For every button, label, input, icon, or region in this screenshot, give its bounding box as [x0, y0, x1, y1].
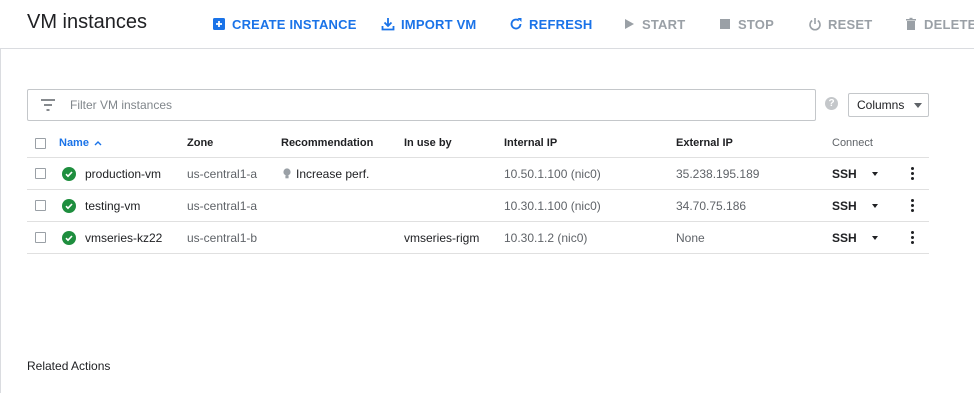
help-icon[interactable]: ?: [825, 97, 838, 110]
page-title: VM instances: [27, 11, 148, 33]
filter-bar: [27, 89, 816, 121]
caret-down-icon: [872, 203, 878, 208]
internal-ip-value: 10.30.1.2 (nic0): [504, 230, 588, 245]
columns-label: Columns: [857, 98, 905, 112]
in-use-by-link[interactable]: vmseries-rigm: [404, 222, 479, 253]
ssh-options-dropdown[interactable]: [872, 222, 878, 253]
import-vm-button[interactable]: IMPORT VM: [381, 15, 476, 33]
table-row: testing-vm us-central1-a 10.30.1.100 (ni…: [27, 190, 929, 222]
column-header-external-ip[interactable]: External IP: [676, 129, 733, 157]
stop-label: STOP: [738, 16, 774, 32]
caret-down-icon: [872, 171, 878, 176]
delete-label: DELETE: [924, 16, 974, 32]
more-vert-icon: [907, 199, 917, 212]
reset-label: RESET: [828, 16, 873, 32]
table-row: vmseries-kz22 us-central1-b vmseries-rig…: [27, 222, 929, 254]
left-border: [0, 0, 1, 393]
stop-button[interactable]: STOP: [718, 15, 774, 33]
column-header-name[interactable]: Name: [59, 129, 102, 157]
column-header-in-use-by[interactable]: In use by: [404, 129, 452, 157]
refresh-label: REFRESH: [529, 16, 593, 32]
ssh-button[interactable]: SSH: [832, 222, 857, 253]
zone-value: us-central1-a: [187, 166, 258, 181]
external-ip-value: 35.238.195.189: [676, 166, 760, 181]
instance-name-link[interactable]: vmseries-kz22: [85, 222, 162, 253]
refresh-icon: [509, 17, 523, 31]
row-checkbox[interactable]: [35, 200, 46, 211]
recommendation-link[interactable]: Increase perf.: [283, 158, 369, 189]
play-icon: [622, 17, 636, 31]
column-header-connect: Connect: [832, 137, 873, 149]
column-header-recommendation[interactable]: Recommendation: [281, 129, 373, 157]
column-header-zone[interactable]: Zone: [187, 129, 213, 157]
table-header-row: Name Zone Recommendation In use by Inter…: [27, 129, 929, 158]
more-actions-button[interactable]: [907, 190, 917, 221]
ssh-options-dropdown[interactable]: [872, 190, 878, 221]
instance-name-link[interactable]: testing-vm: [85, 190, 140, 221]
import-vm-label: IMPORT VM: [401, 16, 477, 32]
instance-name-link[interactable]: production-vm: [85, 158, 161, 189]
vm-instances-table: Name Zone Recommendation In use by Inter…: [27, 129, 929, 254]
running-status-icon: [62, 198, 76, 213]
power-icon: [808, 17, 822, 31]
create-instance-button[interactable]: CREATE INSTANCE: [212, 15, 357, 33]
caret-down-icon: [914, 102, 923, 108]
delete-button[interactable]: DELETE: [904, 15, 974, 33]
more-vert-icon: [907, 167, 917, 180]
reset-button[interactable]: RESET: [808, 15, 872, 33]
top-toolbar: VM instances CREATE INSTANCE IMPORT VM R…: [0, 0, 974, 49]
download-icon: [381, 17, 395, 31]
columns-dropdown-button[interactable]: Columns: [848, 93, 929, 117]
lightbulb-icon: [283, 168, 291, 179]
caret-down-icon: [872, 235, 878, 240]
more-vert-icon: [907, 231, 917, 244]
internal-ip-value: 10.50.1.100 (nic0): [504, 166, 601, 181]
create-instance-label: CREATE INSTANCE: [232, 16, 357, 32]
filter-input[interactable]: [70, 98, 770, 112]
external-ip-value: None: [676, 230, 705, 245]
refresh-button[interactable]: REFRESH: [509, 15, 593, 33]
trash-icon: [904, 17, 918, 31]
row-checkbox[interactable]: [35, 232, 46, 243]
zone-value: us-central1-a: [187, 198, 258, 213]
start-label: START: [642, 16, 686, 32]
more-actions-button[interactable]: [907, 158, 917, 189]
ssh-options-dropdown[interactable]: [872, 158, 878, 189]
stop-icon: [718, 17, 732, 31]
select-all-checkbox[interactable]: [35, 137, 46, 149]
add-box-icon: [212, 17, 226, 31]
internal-ip-value: 10.30.1.100 (nic0): [504, 198, 601, 213]
filter-list-icon: [40, 98, 56, 112]
ssh-button[interactable]: SSH: [832, 190, 857, 221]
table-row: production-vm us-central1-a Increase per…: [27, 158, 929, 190]
start-button[interactable]: START: [622, 15, 685, 33]
row-checkbox[interactable]: [35, 168, 46, 179]
zone-value: us-central1-b: [187, 230, 258, 245]
running-status-icon: [62, 230, 76, 245]
sort-ascending-icon: [94, 141, 102, 146]
external-ip-value: 34.70.75.186: [676, 198, 747, 213]
ssh-button[interactable]: SSH: [832, 158, 857, 189]
running-status-icon: [62, 166, 76, 181]
related-actions-heading: Related Actions: [27, 359, 111, 373]
column-header-internal-ip[interactable]: Internal IP: [504, 129, 557, 157]
more-actions-button[interactable]: [907, 222, 917, 253]
